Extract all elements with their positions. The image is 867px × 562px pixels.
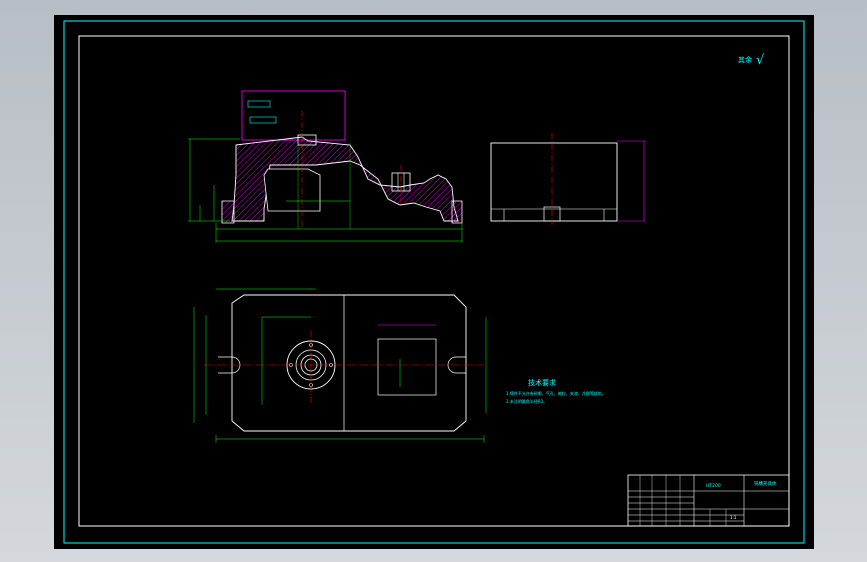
drawing-canvas: 其余 √ 技术要求 1.铸件不允许有砂眼、气孔、缩松、夹渣、冷隔等缺陷。 2.未…: [63, 20, 805, 544]
svg-text:1.铸件不允许有砂眼、气孔、缩松、夹渣、冷隔等缺陷。: 1.铸件不允许有砂眼、气孔、缩松、夹渣、冷隔等缺陷。: [506, 390, 606, 396]
inner-frame: [78, 35, 790, 527]
title-block: 铣槽夹具体 HT200 1:1: [627, 474, 790, 527]
svg-text:2.未注明圆角半径R3。: 2.未注明圆角半径R3。: [506, 398, 547, 404]
surface-roughness-note: 其余 √: [738, 53, 765, 68]
top-view[interactable]: [193, 288, 487, 443]
cad-viewport: 其余 √ 技术要求 1.铸件不允许有砂眼、气孔、缩松、夹渣、冷隔等缺陷。 2.未…: [0, 0, 867, 562]
svg-text:1:1: 1:1: [730, 515, 737, 520]
svg-text:铣槽夹具体: 铣槽夹具体: [754, 480, 777, 487]
svg-text:其余: 其余: [738, 55, 752, 64]
drawing-sheet[interactable]: 其余 √ 技术要求 1.铸件不允许有砂眼、气孔、缩松、夹渣、冷隔等缺陷。 2.未…: [54, 15, 814, 549]
front-section-view[interactable]: [188, 90, 463, 243]
outer-frame: [63, 20, 805, 544]
svg-text:√: √: [756, 53, 765, 68]
svg-text:HT200: HT200: [706, 483, 721, 489]
side-view[interactable]: [490, 133, 646, 225]
svg-text:技术要求: 技术要求: [528, 378, 556, 387]
technical-requirements: 技术要求 1.铸件不允许有砂眼、气孔、缩松、夹渣、冷隔等缺陷。 2.未注明圆角半…: [506, 378, 606, 404]
